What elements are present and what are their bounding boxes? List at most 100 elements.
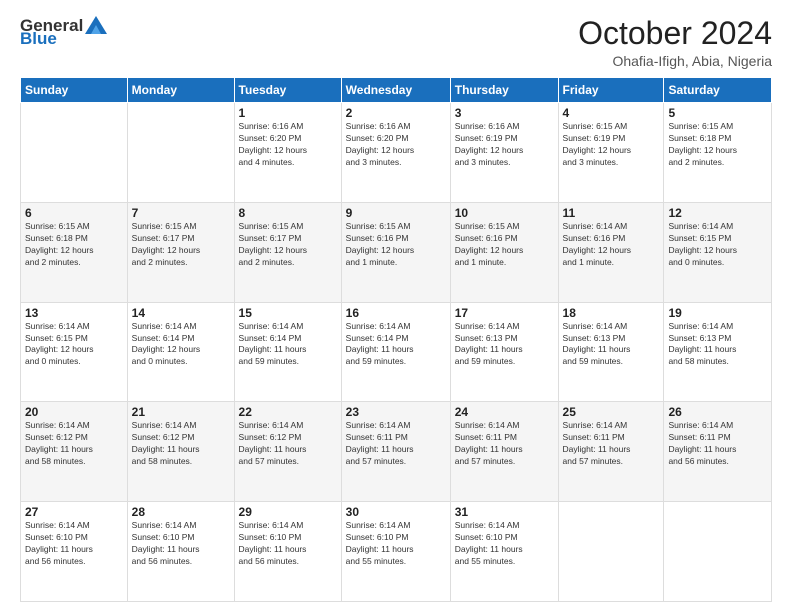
day-info: Sunrise: 6:14 AM Sunset: 6:16 PM Dayligh… (563, 221, 660, 269)
calendar-cell (558, 502, 664, 602)
col-thursday: Thursday (450, 78, 558, 103)
day-info: Sunrise: 6:16 AM Sunset: 6:19 PM Dayligh… (455, 121, 554, 169)
day-number: 23 (346, 405, 446, 419)
day-number: 15 (239, 306, 337, 320)
day-number: 20 (25, 405, 123, 419)
day-info: Sunrise: 6:14 AM Sunset: 6:10 PM Dayligh… (346, 520, 446, 568)
calendar-cell: 2Sunrise: 6:16 AM Sunset: 6:20 PM Daylig… (341, 103, 450, 203)
calendar-cell: 6Sunrise: 6:15 AM Sunset: 6:18 PM Daylig… (21, 202, 128, 302)
col-monday: Monday (127, 78, 234, 103)
calendar-week-1: 6Sunrise: 6:15 AM Sunset: 6:18 PM Daylig… (21, 202, 772, 302)
header: General Blue October 2024 Ohafia-Ifigh, … (20, 16, 772, 69)
day-info: Sunrise: 6:14 AM Sunset: 6:15 PM Dayligh… (25, 321, 123, 369)
day-number: 1 (239, 106, 337, 120)
calendar-cell: 16Sunrise: 6:14 AM Sunset: 6:14 PM Dayli… (341, 302, 450, 402)
day-number: 11 (563, 206, 660, 220)
day-info: Sunrise: 6:15 AM Sunset: 6:19 PM Dayligh… (563, 121, 660, 169)
day-info: Sunrise: 6:14 AM Sunset: 6:11 PM Dayligh… (346, 420, 446, 468)
day-number: 14 (132, 306, 230, 320)
calendar-cell (664, 502, 772, 602)
day-info: Sunrise: 6:14 AM Sunset: 6:12 PM Dayligh… (25, 420, 123, 468)
day-number: 4 (563, 106, 660, 120)
calendar-cell: 28Sunrise: 6:14 AM Sunset: 6:10 PM Dayli… (127, 502, 234, 602)
calendar-cell: 7Sunrise: 6:15 AM Sunset: 6:17 PM Daylig… (127, 202, 234, 302)
calendar-cell: 26Sunrise: 6:14 AM Sunset: 6:11 PM Dayli… (664, 402, 772, 502)
col-sunday: Sunday (21, 78, 128, 103)
month-title: October 2024 (578, 16, 772, 51)
col-saturday: Saturday (664, 78, 772, 103)
day-number: 19 (668, 306, 767, 320)
calendar-cell: 30Sunrise: 6:14 AM Sunset: 6:10 PM Dayli… (341, 502, 450, 602)
calendar-cell: 1Sunrise: 6:16 AM Sunset: 6:20 PM Daylig… (234, 103, 341, 203)
day-info: Sunrise: 6:15 AM Sunset: 6:18 PM Dayligh… (25, 221, 123, 269)
calendar-cell: 20Sunrise: 6:14 AM Sunset: 6:12 PM Dayli… (21, 402, 128, 502)
title-block: October 2024 Ohafia-Ifigh, Abia, Nigeria (578, 16, 772, 69)
day-info: Sunrise: 6:14 AM Sunset: 6:11 PM Dayligh… (455, 420, 554, 468)
calendar: Sunday Monday Tuesday Wednesday Thursday… (20, 77, 772, 602)
calendar-cell (127, 103, 234, 203)
day-info: Sunrise: 6:16 AM Sunset: 6:20 PM Dayligh… (346, 121, 446, 169)
day-info: Sunrise: 6:14 AM Sunset: 6:14 PM Dayligh… (132, 321, 230, 369)
calendar-week-4: 27Sunrise: 6:14 AM Sunset: 6:10 PM Dayli… (21, 502, 772, 602)
day-info: Sunrise: 6:14 AM Sunset: 6:13 PM Dayligh… (455, 321, 554, 369)
day-number: 30 (346, 505, 446, 519)
day-number: 8 (239, 206, 337, 220)
day-number: 6 (25, 206, 123, 220)
day-number: 12 (668, 206, 767, 220)
logo: General Blue (20, 16, 107, 47)
calendar-header-row: Sunday Monday Tuesday Wednesday Thursday… (21, 78, 772, 103)
calendar-cell: 15Sunrise: 6:14 AM Sunset: 6:14 PM Dayli… (234, 302, 341, 402)
calendar-cell: 31Sunrise: 6:14 AM Sunset: 6:10 PM Dayli… (450, 502, 558, 602)
day-info: Sunrise: 6:15 AM Sunset: 6:16 PM Dayligh… (455, 221, 554, 269)
calendar-cell: 29Sunrise: 6:14 AM Sunset: 6:10 PM Dayli… (234, 502, 341, 602)
day-info: Sunrise: 6:14 AM Sunset: 6:12 PM Dayligh… (239, 420, 337, 468)
calendar-cell: 24Sunrise: 6:14 AM Sunset: 6:11 PM Dayli… (450, 402, 558, 502)
calendar-cell: 19Sunrise: 6:14 AM Sunset: 6:13 PM Dayli… (664, 302, 772, 402)
day-number: 18 (563, 306, 660, 320)
day-number: 27 (25, 505, 123, 519)
calendar-cell: 5Sunrise: 6:15 AM Sunset: 6:18 PM Daylig… (664, 103, 772, 203)
col-friday: Friday (558, 78, 664, 103)
day-info: Sunrise: 6:15 AM Sunset: 6:16 PM Dayligh… (346, 221, 446, 269)
calendar-cell: 18Sunrise: 6:14 AM Sunset: 6:13 PM Dayli… (558, 302, 664, 402)
location: Ohafia-Ifigh, Abia, Nigeria (578, 53, 772, 69)
day-number: 2 (346, 106, 446, 120)
calendar-cell: 14Sunrise: 6:14 AM Sunset: 6:14 PM Dayli… (127, 302, 234, 402)
day-number: 5 (668, 106, 767, 120)
day-info: Sunrise: 6:14 AM Sunset: 6:10 PM Dayligh… (455, 520, 554, 568)
page: General Blue October 2024 Ohafia-Ifigh, … (0, 0, 792, 612)
day-number: 28 (132, 505, 230, 519)
day-number: 22 (239, 405, 337, 419)
day-info: Sunrise: 6:14 AM Sunset: 6:13 PM Dayligh… (668, 321, 767, 369)
day-number: 26 (668, 405, 767, 419)
day-number: 10 (455, 206, 554, 220)
day-info: Sunrise: 6:15 AM Sunset: 6:18 PM Dayligh… (668, 121, 767, 169)
calendar-cell: 9Sunrise: 6:15 AM Sunset: 6:16 PM Daylig… (341, 202, 450, 302)
calendar-cell: 22Sunrise: 6:14 AM Sunset: 6:12 PM Dayli… (234, 402, 341, 502)
day-info: Sunrise: 6:14 AM Sunset: 6:15 PM Dayligh… (668, 221, 767, 269)
logo-blue: Blue (20, 30, 57, 47)
calendar-cell: 8Sunrise: 6:15 AM Sunset: 6:17 PM Daylig… (234, 202, 341, 302)
calendar-cell: 27Sunrise: 6:14 AM Sunset: 6:10 PM Dayli… (21, 502, 128, 602)
calendar-cell: 23Sunrise: 6:14 AM Sunset: 6:11 PM Dayli… (341, 402, 450, 502)
day-number: 7 (132, 206, 230, 220)
day-number: 31 (455, 505, 554, 519)
day-info: Sunrise: 6:14 AM Sunset: 6:14 PM Dayligh… (239, 321, 337, 369)
day-info: Sunrise: 6:14 AM Sunset: 6:10 PM Dayligh… (132, 520, 230, 568)
calendar-cell: 3Sunrise: 6:16 AM Sunset: 6:19 PM Daylig… (450, 103, 558, 203)
day-number: 24 (455, 405, 554, 419)
day-info: Sunrise: 6:16 AM Sunset: 6:20 PM Dayligh… (239, 121, 337, 169)
day-number: 16 (346, 306, 446, 320)
day-number: 3 (455, 106, 554, 120)
calendar-week-2: 13Sunrise: 6:14 AM Sunset: 6:15 PM Dayli… (21, 302, 772, 402)
day-info: Sunrise: 6:15 AM Sunset: 6:17 PM Dayligh… (239, 221, 337, 269)
calendar-cell: 4Sunrise: 6:15 AM Sunset: 6:19 PM Daylig… (558, 103, 664, 203)
day-number: 29 (239, 505, 337, 519)
day-number: 17 (455, 306, 554, 320)
day-number: 25 (563, 405, 660, 419)
calendar-week-3: 20Sunrise: 6:14 AM Sunset: 6:12 PM Dayli… (21, 402, 772, 502)
calendar-cell: 11Sunrise: 6:14 AM Sunset: 6:16 PM Dayli… (558, 202, 664, 302)
col-tuesday: Tuesday (234, 78, 341, 103)
day-info: Sunrise: 6:14 AM Sunset: 6:10 PM Dayligh… (25, 520, 123, 568)
calendar-cell: 13Sunrise: 6:14 AM Sunset: 6:15 PM Dayli… (21, 302, 128, 402)
